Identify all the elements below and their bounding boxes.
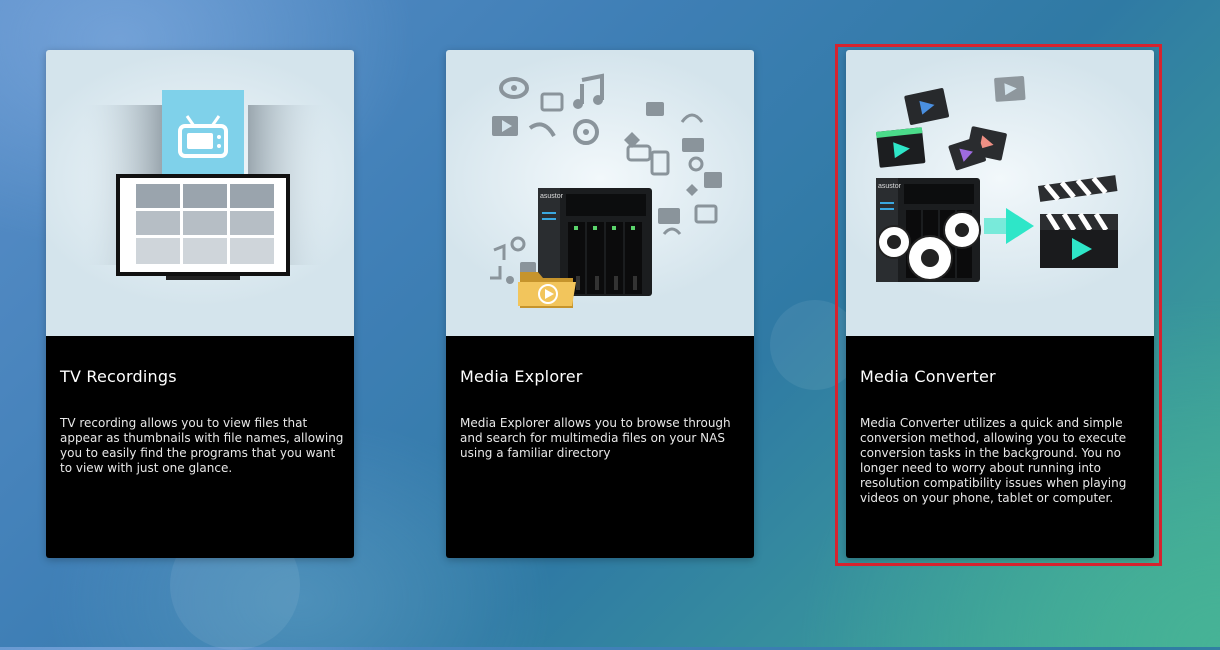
card-tv-recordings[interactable]: TV Recordings TV recording allows you to…	[46, 50, 354, 558]
card-info: TV Recordings TV recording allows you to…	[46, 336, 354, 558]
card-title: TV Recordings	[60, 367, 177, 386]
card-description: TV recording allows you to view files th…	[60, 416, 344, 475]
clapperboard-video-icon	[1038, 175, 1118, 268]
media-converter-illustration: asustor	[846, 50, 1154, 336]
tv-recordings-illustration	[46, 50, 354, 336]
card-title: Media Explorer	[460, 367, 583, 386]
video-clip-icons	[876, 76, 1026, 171]
card-description: Media Explorer allows you to browse thro…	[460, 416, 731, 460]
monitor-icon	[116, 174, 290, 280]
brand-label: asustor	[878, 183, 902, 190]
card-title: Media Converter	[860, 367, 996, 386]
card-info: Media Converter Media Converter utilizes…	[846, 336, 1154, 558]
media-explorer-illustration: asustor	[446, 50, 754, 336]
brand-label: asustor	[540, 193, 564, 200]
arrow-right-icon	[984, 208, 1034, 244]
card-media-converter[interactable]: asustor Media Converter Media Converter …	[846, 50, 1154, 558]
card-info: Media Explorer Media Explorer allows you…	[446, 336, 754, 558]
card-description: Media Converter utilizes a quick and sim…	[860, 416, 1127, 505]
card-media-explorer[interactable]: asustor Media Explorer Media Explorer al…	[446, 50, 754, 558]
